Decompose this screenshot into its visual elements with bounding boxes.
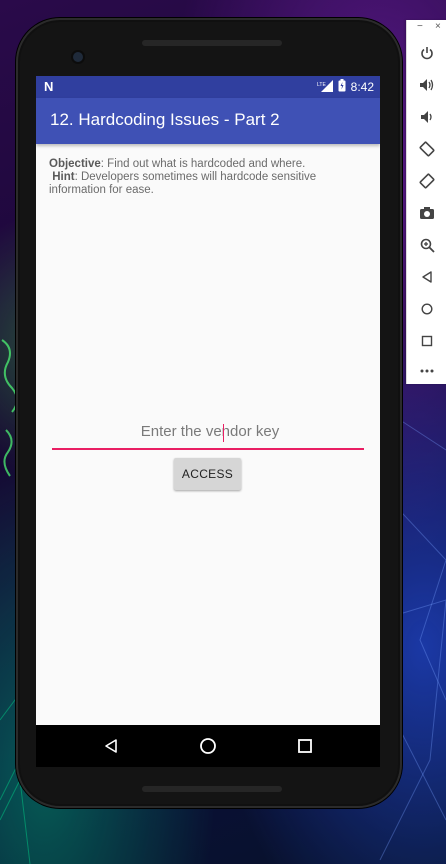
objective-label: Objective	[49, 158, 101, 170]
page-title: 12. Hardcoding Issues - Part 2	[50, 110, 280, 129]
front-camera	[73, 52, 83, 62]
app-bar: 12. Hardcoding Issues - Part 2	[36, 98, 380, 144]
home-icon[interactable]	[197, 735, 219, 757]
hint-text: : Developers sometimes will hardcode sen…	[49, 171, 317, 196]
challenge-description: Objective: Find out what is hardcoded an…	[49, 158, 364, 197]
overview-icon[interactable]	[418, 332, 436, 350]
rotate-right-icon[interactable]	[418, 172, 436, 190]
emulator-toolbar: − ×	[406, 20, 446, 384]
screenshot-icon[interactable]	[418, 204, 436, 222]
text-cursor	[223, 424, 224, 442]
vendor-key-field[interactable]	[52, 416, 368, 450]
vendor-key-input[interactable]	[52, 416, 368, 446]
svg-text:LTE: LTE	[317, 82, 326, 88]
rotate-left-icon[interactable]	[418, 140, 436, 158]
access-button[interactable]: ACCESS	[174, 458, 241, 490]
minimize-button[interactable]: −	[417, 21, 423, 32]
status-icons: LTE 8:42	[317, 79, 374, 95]
navigation-bar	[36, 725, 380, 767]
lte-signal-icon: LTE	[317, 79, 333, 95]
clock: 8:42	[350, 80, 374, 94]
home-icon[interactable]	[418, 300, 436, 318]
power-icon[interactable]	[418, 44, 436, 62]
objective-line: Objective: Find out what is hardcoded an…	[49, 158, 364, 171]
volume-up-icon[interactable]	[418, 76, 436, 94]
more-icon[interactable]	[418, 362, 436, 380]
close-button[interactable]: ×	[435, 21, 441, 32]
notification-icon: N	[44, 79, 54, 94]
back-icon[interactable]	[100, 735, 122, 757]
hint-line: Hint: Developers sometimes will hardcode…	[49, 171, 364, 197]
toolbar-window-controls: − ×	[407, 20, 446, 38]
top-speaker	[142, 40, 282, 46]
device-screen: N LTE 8:42 12. Hardcoding Issues - Part …	[36, 76, 380, 767]
recents-icon[interactable]	[294, 735, 316, 757]
status-bar: N LTE 8:42	[36, 76, 380, 98]
volume-down-icon[interactable]	[418, 108, 436, 126]
zoom-icon[interactable]	[418, 236, 436, 254]
battery-icon	[338, 79, 346, 95]
back-icon[interactable]	[418, 268, 436, 286]
bottom-speaker	[142, 786, 282, 792]
hint-label: Hint	[52, 171, 75, 183]
objective-text: : Find out what is hardcoded and where.	[100, 158, 306, 170]
